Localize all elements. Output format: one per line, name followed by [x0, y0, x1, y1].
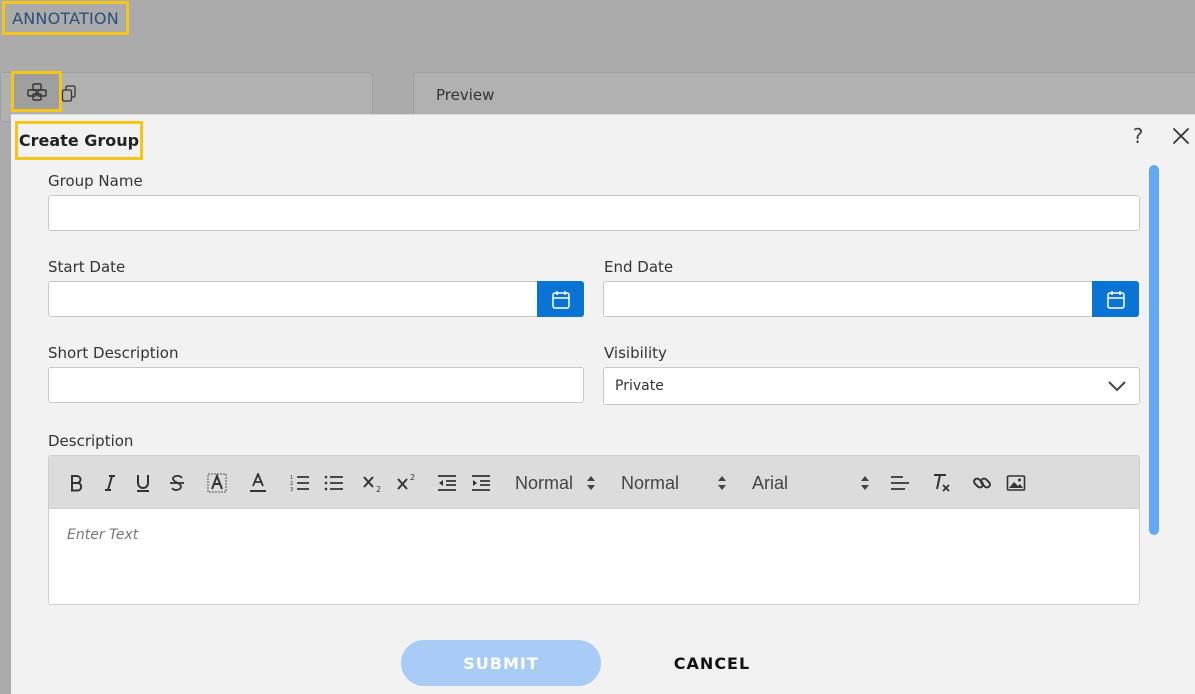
strikethrough-icon [170, 474, 184, 491]
font-size-picker[interactable]: Normal [621, 469, 711, 497]
editor-toolbar: 1 2 3 2 2 Normal Normal Arial [49, 456, 1139, 509]
group-name-input[interactable] [48, 195, 1140, 231]
clear-formatting-icon [934, 474, 950, 492]
italic-button[interactable] [100, 470, 120, 496]
updown-arrows-icon [861, 476, 869, 490]
image-icon [1006, 475, 1026, 491]
close-button[interactable] [1169, 124, 1193, 148]
indent-button[interactable] [471, 470, 491, 496]
bold-icon [71, 475, 83, 492]
highlight-color-icon [207, 473, 227, 493]
copy-icon [61, 85, 76, 102]
svg-text:3: 3 [290, 487, 293, 492]
bullet-list-icon [324, 475, 343, 491]
superscript-button[interactable]: 2 [396, 470, 418, 496]
end-date-input[interactable] [603, 281, 1093, 317]
visibility-label: Visibility [604, 344, 667, 362]
start-date-label: Start Date [48, 258, 126, 276]
subscript-icon: 2 [363, 476, 381, 493]
subscript-button[interactable]: 2 [362, 470, 384, 496]
cancel-button[interactable]: CANCEL [662, 645, 762, 681]
group-name-label: Group Name [48, 172, 143, 190]
end-date-label: End Date [604, 258, 674, 276]
copy-button[interactable] [60, 84, 78, 104]
strikethrough-button[interactable] [167, 470, 187, 496]
updown-arrows-icon [718, 476, 726, 490]
outdent-button[interactable] [437, 470, 457, 496]
outdent-icon [438, 475, 456, 491]
close-icon [1173, 128, 1189, 144]
visibility-select[interactable]: Private [603, 367, 1140, 405]
align-left-icon [891, 476, 909, 490]
modal-title: Create Group [15, 121, 143, 160]
short-description-label: Short Description [48, 344, 179, 362]
ordered-list-icon: 1 2 3 [290, 475, 309, 492]
chevron-down-icon [1108, 381, 1126, 392]
create-group-button[interactable] [11, 71, 62, 112]
bold-button[interactable] [66, 470, 86, 496]
link-button[interactable] [971, 470, 993, 496]
visibility-value: Private [615, 378, 664, 394]
indent-icon [472, 475, 490, 491]
font-color-button[interactable] [248, 470, 268, 496]
calendar-icon [1106, 290, 1125, 309]
italic-icon [105, 475, 115, 491]
description-label: Description [48, 432, 134, 450]
background-color-button[interactable] [206, 470, 228, 496]
start-date-input[interactable] [48, 281, 538, 317]
scrollbar[interactable] [1149, 165, 1159, 535]
updown-arrows-icon [587, 476, 595, 490]
svg-text:2: 2 [410, 473, 415, 482]
font-color-icon [250, 473, 266, 492]
create-group-modal: Create Group ? Group Name Start Date End… [11, 114, 1195, 694]
short-description-input[interactable] [48, 367, 584, 403]
link-icon [973, 477, 991, 489]
underline-icon [137, 475, 149, 492]
bullet-list-button[interactable] [324, 470, 344, 496]
clear-formatting-button[interactable] [931, 470, 953, 496]
align-button[interactable] [890, 470, 910, 496]
end-date-calendar-button[interactable] [1092, 281, 1139, 317]
group-icon [26, 82, 47, 101]
ordered-list-button[interactable]: 1 2 3 [290, 470, 310, 496]
editor-text-area[interactable]: Enter Text [49, 509, 1139, 604]
calendar-icon [551, 290, 570, 309]
help-button[interactable]: ? [1128, 123, 1148, 149]
page-title: ANNOTATION [2, 1, 129, 35]
rich-text-editor: 1 2 3 2 2 Normal Normal Arial Enter Text [48, 455, 1140, 605]
font-family-picker[interactable]: Arial [752, 469, 852, 497]
submit-button[interactable]: SUBMIT [401, 640, 601, 686]
svg-text:2: 2 [376, 485, 381, 493]
header-size-picker[interactable]: Normal [515, 469, 585, 497]
superscript-icon: 2 [397, 473, 415, 490]
start-date-calendar-button[interactable] [537, 281, 584, 317]
underline-button[interactable] [133, 470, 153, 496]
image-button[interactable] [1005, 470, 1027, 496]
